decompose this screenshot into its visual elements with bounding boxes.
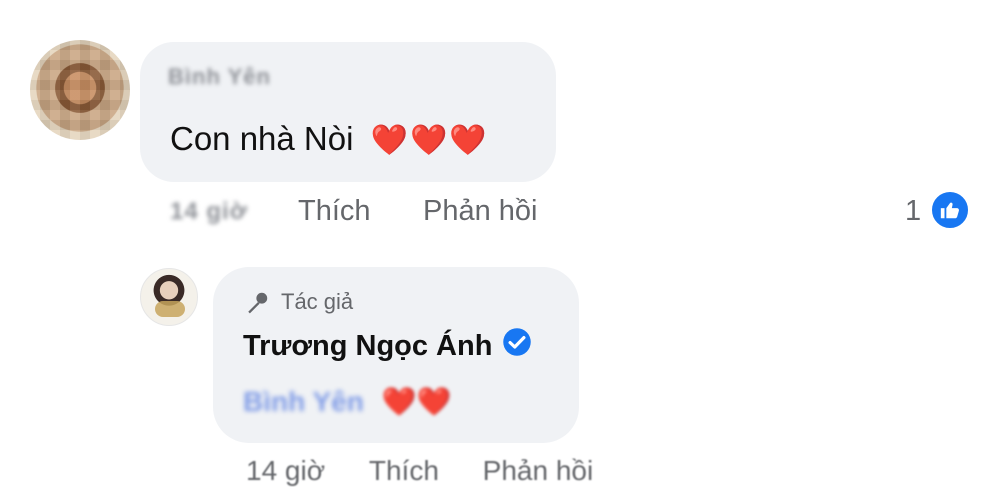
reply-text: Bình Yên ❤️❤️ [243,385,451,418]
reply-hearts: ❤️❤️ [381,386,452,417]
comment-timestamp[interactable]: 14 giờ [170,198,248,226]
reply-bubble: Tác giả Trương Ngọc Ánh Bình Yên ❤️❤️ [213,267,579,443]
reply-link[interactable]: Phản hồi [423,195,538,228]
reply-mention[interactable]: Bình Yên [243,386,364,417]
comment-body: Con nhà Nòi [170,120,354,157]
like-link[interactable]: Thích [298,195,371,228]
reply-author-name[interactable]: Trương Ngọc Ánh [243,327,532,365]
reply-timestamp[interactable]: 14 giờ [246,455,325,486]
comment-text: Con nhà Nòi ❤️❤️❤️ [170,120,489,158]
author-tag-label: Tác giả [281,289,354,314]
microphone-icon [245,289,271,315]
author-avatar[interactable] [140,268,198,326]
reply-author-text[interactable]: Trương Ngọc Ánh [243,330,492,363]
verified-icon [502,327,532,365]
heart-emojis: ❤️❤️❤️ [370,124,489,157]
comment-author-name[interactable]: Bình Yên [168,64,271,90]
reply-reply-link[interactable]: Phản hồi [483,455,594,486]
reaction-count[interactable]: 1 [905,195,921,228]
reply-actions-row: 14 giờ Thích Phản hồi [246,455,593,487]
thumbs-up-icon[interactable] [930,190,970,230]
author-tag: Tác giả [245,289,353,315]
reply-like-link[interactable]: Thích [369,455,439,486]
avatar-detail [155,301,185,317]
avatar[interactable] [30,40,130,140]
comment-bubble: Bình Yên Con nhà Nòi ❤️❤️❤️ [140,42,556,182]
